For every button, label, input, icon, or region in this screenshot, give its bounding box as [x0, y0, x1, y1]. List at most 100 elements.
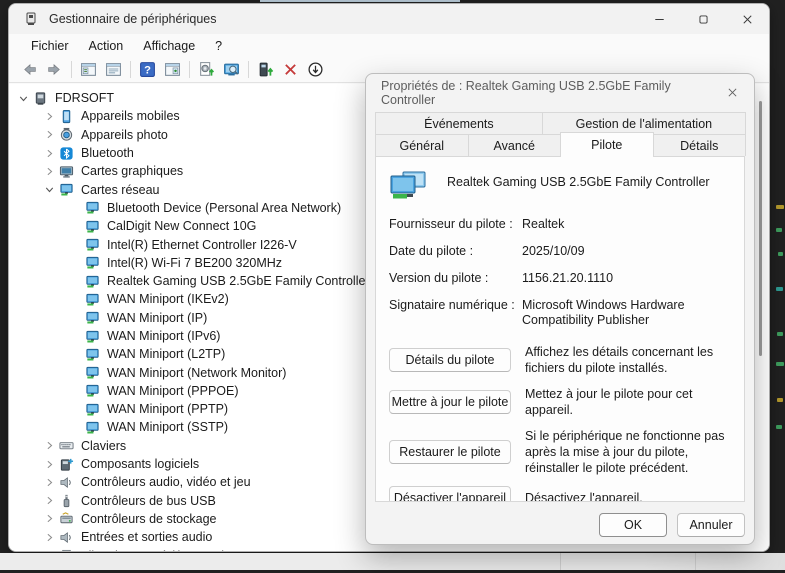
tab-gestion-alimentation[interactable]: Gestion de l'alimentation	[542, 112, 746, 134]
background-code-fragment	[776, 362, 784, 366]
update-driver-icon[interactable]	[253, 59, 278, 81]
chevron-right-icon[interactable]	[41, 548, 58, 551]
computer-icon	[32, 91, 49, 106]
tree-item-label: WAN Miniport (PPPOE)	[107, 384, 239, 398]
tree-indent	[9, 244, 67, 245]
tree-item-label: WAN Miniport (L2TP)	[107, 347, 225, 361]
network-icon	[84, 365, 101, 380]
tree-item-label: Appareils mobiles	[81, 109, 180, 123]
chevron-placeholder	[67, 310, 84, 326]
cancel-button[interactable]: Annuler	[677, 513, 745, 537]
menu-affichage[interactable]: Affichage	[133, 36, 205, 56]
disable-device-icon[interactable]	[303, 59, 328, 81]
printer-icon	[58, 548, 75, 551]
network-icon	[84, 347, 101, 362]
back-icon[interactable]	[17, 59, 42, 81]
chevron-down-icon[interactable]	[15, 90, 32, 106]
tree-scrollbar[interactable]	[759, 101, 762, 356]
dialog-footer: OK Annuler	[599, 513, 745, 537]
field-value: 2025/10/09	[522, 244, 731, 259]
chevron-right-icon[interactable]	[41, 127, 58, 143]
tree-item-label: Files d'attente à l'impression :	[81, 549, 245, 551]
chevron-right-icon[interactable]	[41, 493, 58, 509]
menu-help[interactable]: ?	[205, 36, 232, 56]
chevron-right-icon[interactable]	[41, 474, 58, 490]
tree-indent	[9, 299, 67, 300]
close-button[interactable]	[725, 4, 769, 34]
background-code-fragment	[776, 287, 783, 291]
chevron-placeholder	[67, 273, 84, 289]
network-icon	[84, 200, 101, 215]
tree-item-label: Intel(R) Ethernet Controller I226-V	[107, 238, 297, 252]
network-icon	[84, 310, 101, 325]
bluetooth-icon	[58, 146, 75, 161]
chevron-right-icon[interactable]	[41, 163, 58, 179]
window-titlebar[interactable]: Gestionnaire de périphériques	[9, 4, 769, 34]
scan-hardware-changes-icon[interactable]	[194, 59, 219, 81]
tab-evenements[interactable]: Événements	[375, 112, 543, 134]
tab-general[interactable]: Général	[375, 134, 469, 156]
dialog-close-icon[interactable]	[726, 86, 739, 99]
tree-indent	[9, 518, 41, 519]
dialog-titlebar[interactable]: Propriétés de : Realtek Gaming USB 2.5Gb…	[366, 74, 754, 111]
network-icon	[84, 329, 101, 344]
tree-indent	[9, 207, 67, 208]
tree-indent	[9, 189, 41, 190]
forward-icon[interactable]	[42, 59, 67, 81]
tree-indent	[9, 390, 67, 391]
tree-indent	[9, 336, 67, 337]
disable-device-button[interactable]: Désactiver l'appareil	[389, 486, 511, 502]
chevron-right-icon[interactable]	[41, 529, 58, 545]
tab-details[interactable]: Détails	[653, 134, 747, 156]
network-adapter-icon	[389, 170, 429, 202]
help-icon[interactable]: ?	[135, 59, 160, 81]
driver-field-row: Date du pilote :2025/10/09	[389, 244, 731, 259]
tree-item-label: Realtek Gaming USB 2.5GbE Family Control…	[107, 274, 370, 288]
camera-icon	[58, 127, 75, 142]
driver-action-row: Désactiver l'appareilDésactivez l'appare…	[389, 486, 731, 502]
driver-details-button[interactable]: Détails du pilote	[389, 348, 511, 372]
tree-item-label: Cartes réseau	[81, 183, 160, 197]
chevron-down-icon[interactable]	[41, 182, 58, 198]
field-label: Version du pilote :	[389, 271, 522, 286]
roll-back-driver-button[interactable]: Restaurer le pilote	[389, 440, 511, 464]
window-title: Gestionnaire de périphériques	[49, 12, 216, 26]
tree-item[interactable]: Files d'attente à l'impression :	[9, 546, 769, 551]
tree-item-label: WAN Miniport (IPv6)	[107, 329, 220, 343]
ok-button[interactable]: OK	[599, 513, 667, 537]
chevron-right-icon[interactable]	[41, 108, 58, 124]
tab-pilote[interactable]: Pilote	[560, 132, 654, 157]
tree-item-label: FDRSOFT	[55, 91, 114, 105]
search-devices-icon[interactable]	[219, 59, 244, 81]
tree-item-label: Claviers	[81, 439, 126, 453]
chevron-right-icon[interactable]	[41, 145, 58, 161]
update-driver-button[interactable]: Mettre à jour le pilote	[389, 390, 511, 414]
action-description: Mettez à jour le pilote pour cet apparei…	[525, 386, 731, 418]
chevron-placeholder	[67, 419, 84, 435]
chevron-right-icon[interactable]	[41, 456, 58, 472]
maximize-button[interactable]	[681, 4, 725, 34]
network-icon	[84, 383, 101, 398]
background-code-fragment	[776, 205, 784, 209]
minimize-button[interactable]	[637, 4, 681, 34]
chevron-right-icon[interactable]	[41, 438, 58, 454]
chevron-right-icon[interactable]	[41, 511, 58, 527]
show-console-tree-icon[interactable]	[76, 59, 101, 81]
menu-fichier[interactable]: Fichier	[21, 36, 79, 56]
background-code-fragment	[777, 398, 783, 402]
tree-indent	[9, 354, 67, 355]
tree-indent	[9, 226, 67, 227]
chevron-placeholder	[67, 255, 84, 271]
tree-item-label: CalDigit New Connect 10G	[107, 219, 256, 233]
tree-item-label: Bluetooth Device (Personal Area Network)	[107, 201, 341, 215]
action-pane-icon[interactable]	[160, 59, 185, 81]
tab-avance[interactable]: Avancé	[468, 134, 562, 156]
menu-action[interactable]: Action	[79, 36, 134, 56]
driver-actions: Détails du piloteAffichez les détails co…	[389, 344, 731, 502]
tree-item-label: Contrôleurs de bus USB	[81, 494, 216, 508]
uninstall-device-icon[interactable]	[278, 59, 303, 81]
properties-icon[interactable]	[101, 59, 126, 81]
storage-icon	[58, 511, 75, 526]
toolbar-separator	[130, 61, 131, 78]
chevron-placeholder	[67, 346, 84, 362]
